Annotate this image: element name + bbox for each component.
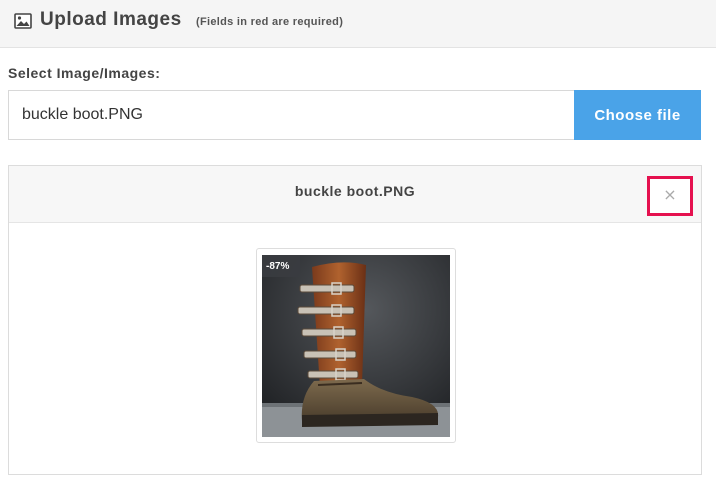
file-name-text: buckle boot.PNG — [22, 106, 143, 123]
choose-file-button[interactable]: Choose file — [574, 90, 701, 140]
required-fields-note: (Fields in red are required) — [196, 16, 344, 28]
page-title: Upload Images — [40, 9, 182, 30]
preview-file-title: buckle boot.PNG — [294, 183, 416, 199]
discount-badge: -87% — [266, 261, 290, 272]
upload-images-header: Upload Images (Fields in red are require… — [0, 0, 716, 48]
preview-header: buckle boot.PNG × — [9, 166, 701, 223]
image-thumbnail-card: -87% — [256, 248, 456, 443]
close-icon[interactable]: × — [647, 176, 693, 216]
select-images-label: Select Image/Images: — [8, 65, 161, 81]
file-name-field[interactable]: buckle boot.PNG — [8, 90, 576, 140]
boot-thumbnail-image — [262, 255, 450, 437]
image-icon — [14, 13, 32, 29]
image-preview-panel: buckle boot.PNG × -87% — [8, 165, 702, 475]
